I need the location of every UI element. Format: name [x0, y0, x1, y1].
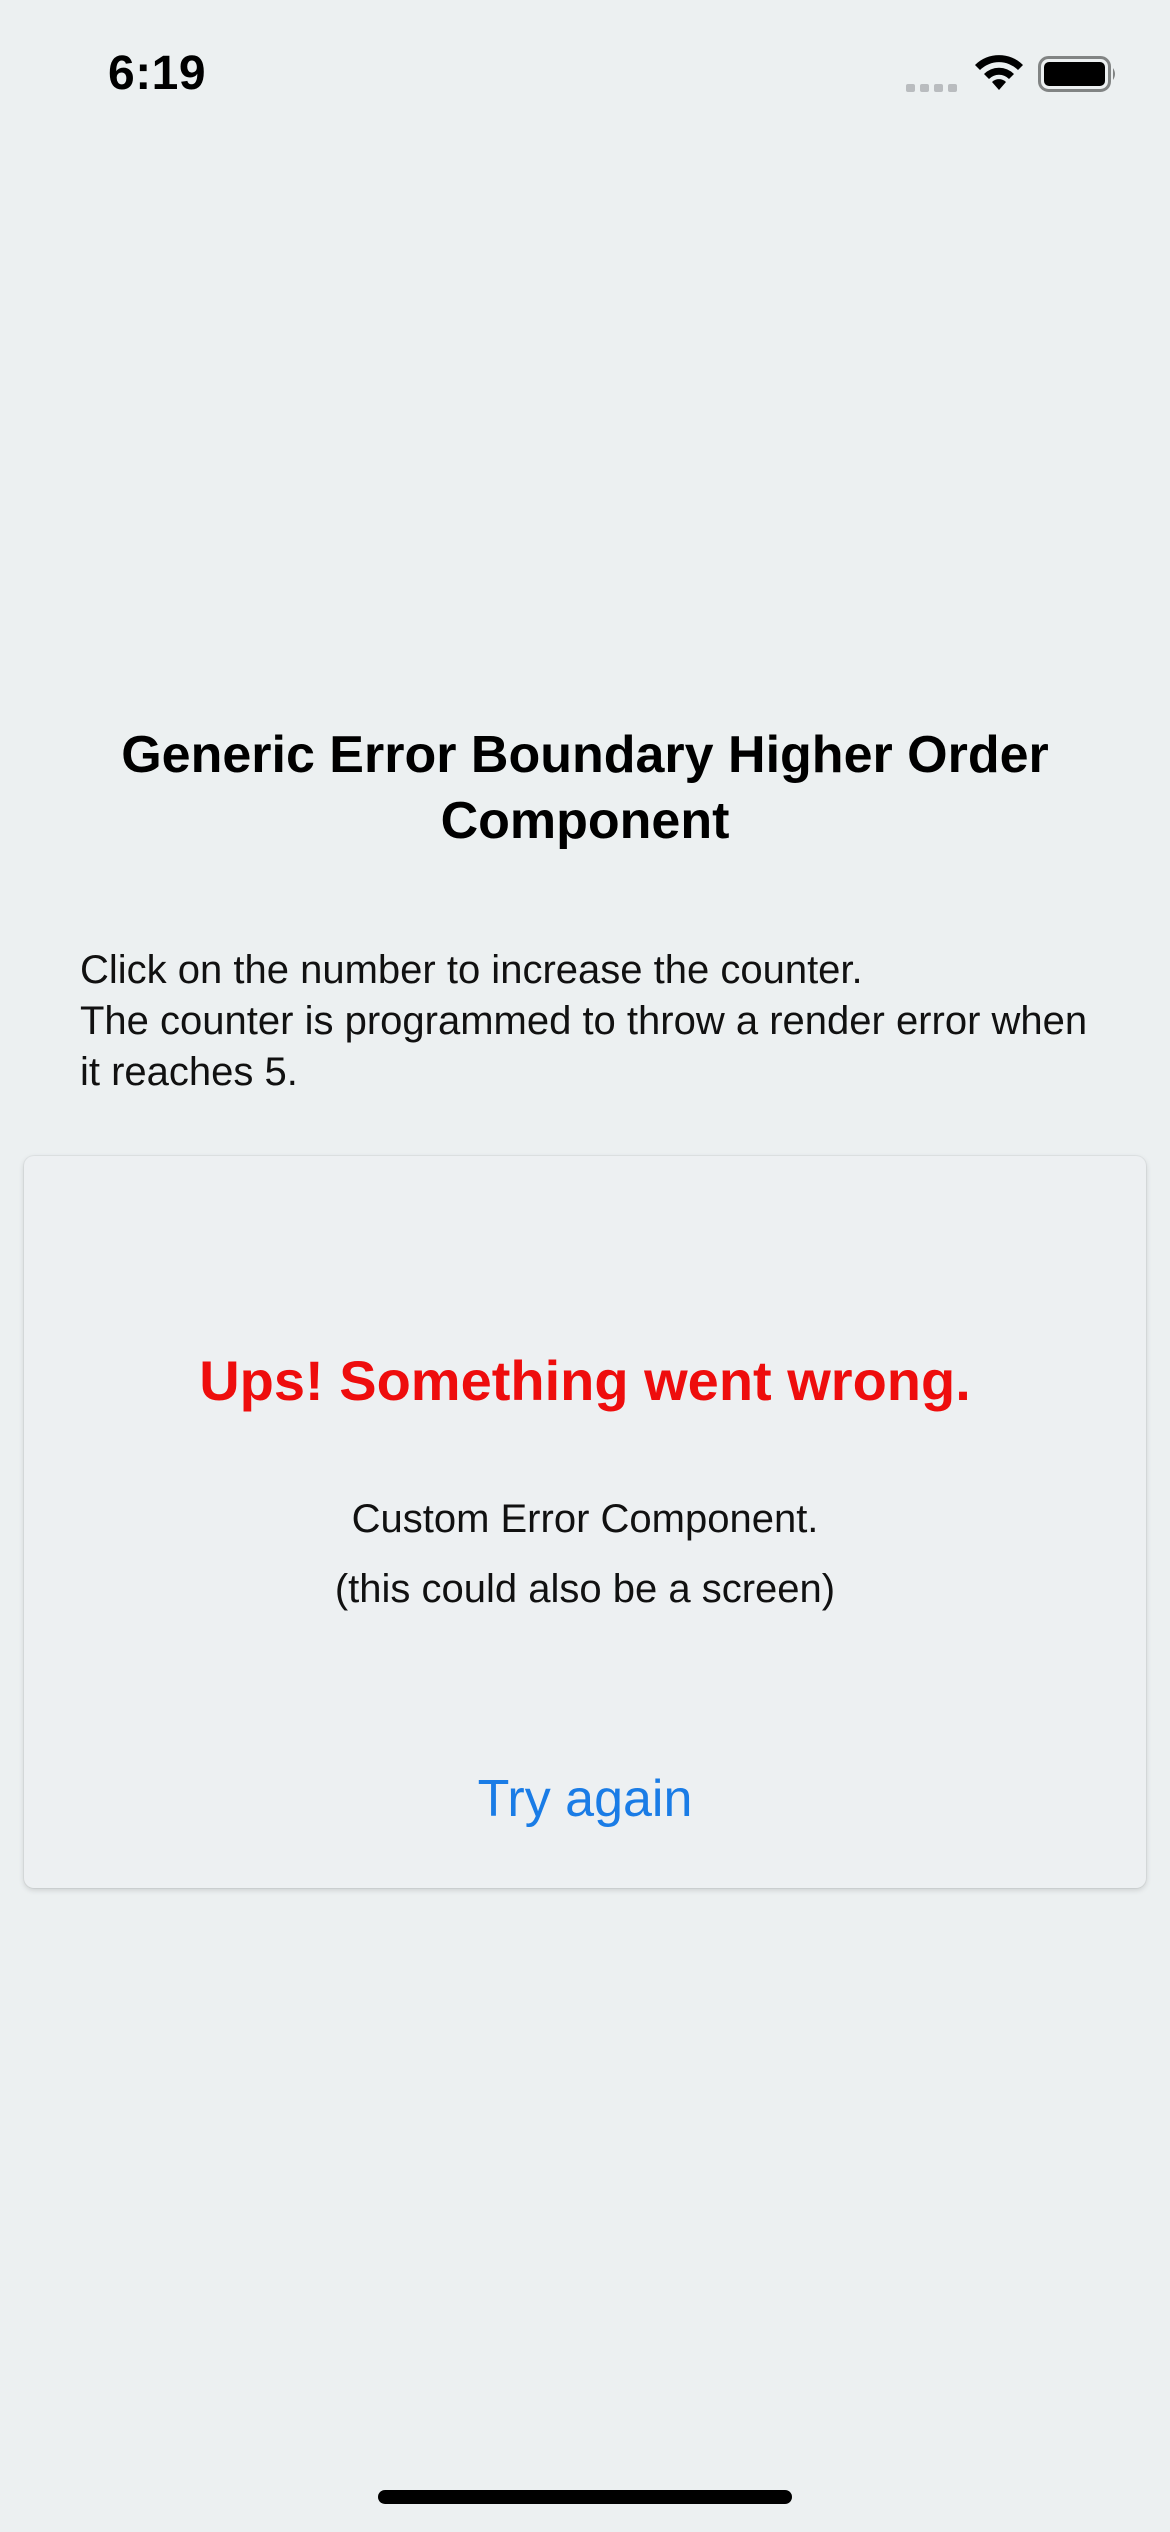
status-time: 6:19	[108, 47, 207, 100]
wifi-icon	[975, 55, 1023, 90]
try-again-button[interactable]: Try again	[458, 1766, 713, 1832]
status-bar: 6:19	[0, 0, 1170, 150]
error-subtitle-line-1: Custom Error Component.	[351, 1497, 819, 1541]
error-subtitle-line-2: (this could also be a screen)	[334, 1567, 836, 1611]
description-line-1: Click on the number to increase the coun…	[80, 948, 863, 992]
error-subtitle: Custom Error Component. (this could also…	[24, 1484, 1146, 1624]
cellular-signal-icon	[906, 84, 957, 92]
error-card: Ups! Something went wrong. Custom Error …	[24, 1156, 1146, 1888]
home-indicator[interactable]	[378, 2490, 792, 2504]
error-title: Ups! Something went wrong.	[199, 1349, 971, 1412]
page-title: Generic Error Boundary Higher Order Comp…	[121, 726, 1049, 850]
app-screen: 6:19 Generic Error Boundary Higher Order…	[0, 0, 1170, 2532]
battery-icon	[1038, 56, 1115, 92]
description-line-2: The counter is programmed to throw a ren…	[80, 999, 1088, 1094]
description: Click on the number to increase the coun…	[80, 945, 1110, 1098]
